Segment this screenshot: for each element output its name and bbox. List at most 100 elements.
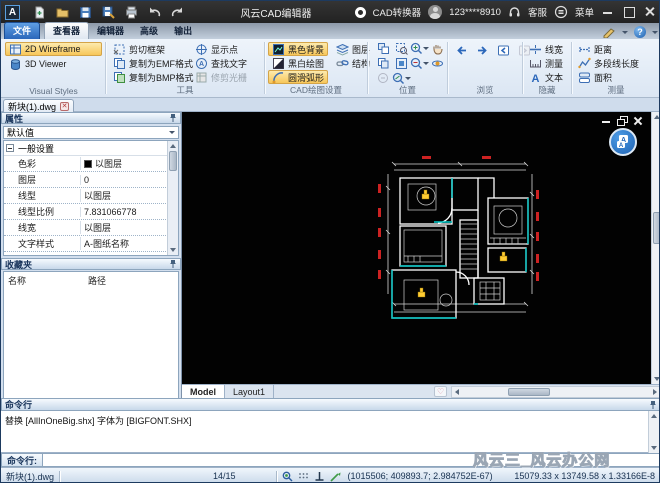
- scroll-down-icon[interactable]: [650, 446, 657, 450]
- canvas-minimize-icon[interactable]: [601, 116, 611, 125]
- property-row-linetype[interactable]: 线型 以图层: [4, 188, 178, 204]
- property-preset-dropdown[interactable]: 默认值: [3, 126, 179, 139]
- distance-button[interactable]: 距离: [574, 42, 643, 56]
- save-button[interactable]: [78, 5, 92, 19]
- customer-service-button[interactable]: 客服: [528, 5, 547, 19]
- style-picker-icon[interactable]: [603, 27, 616, 38]
- pin-icon[interactable]: [649, 400, 657, 410]
- zoom-out-icon[interactable]: [410, 56, 429, 70]
- scroll-down-icon[interactable]: [169, 248, 176, 252]
- zoom-previous-icon[interactable]: [375, 71, 391, 85]
- property-row-layer[interactable]: 图层 0: [4, 172, 178, 188]
- collapse-icon[interactable]: [6, 144, 14, 152]
- smooth-arc-button[interactable]: 圆滑弧形: [268, 70, 329, 84]
- layers-button[interactable]: 图层: [332, 42, 374, 56]
- scrollbar-thumb[interactable]: [508, 387, 551, 396]
- rotate-3d-icon[interactable]: [429, 56, 445, 70]
- tab-advanced[interactable]: 高级: [132, 23, 166, 39]
- zoom-scale-icon[interactable]: [392, 71, 411, 85]
- zoom-window-icon[interactable]: [375, 41, 391, 55]
- previous-view-icon[interactable]: [495, 43, 511, 57]
- tab-editor[interactable]: 编辑器: [89, 23, 132, 39]
- structure-button[interactable]: 结构: [332, 56, 374, 70]
- scrollbar-thumb[interactable]: [653, 212, 659, 244]
- scroll-up-icon[interactable]: [653, 115, 659, 119]
- help-icon[interactable]: ?: [634, 26, 646, 38]
- maximize-button[interactable]: [622, 5, 636, 19]
- canvas-restore-icon[interactable]: [617, 116, 628, 126]
- forward-icon[interactable]: [474, 43, 490, 57]
- redo-button[interactable]: [170, 5, 184, 19]
- zoom-status-icon[interactable]: [282, 471, 293, 482]
- brand-logo-badge[interactable]: AA: [609, 128, 637, 156]
- copy-emf-button[interactable]: 复制为EMF格式: [109, 56, 198, 70]
- close-button[interactable]: [643, 5, 657, 19]
- minimize-button[interactable]: [601, 5, 615, 19]
- pin-icon[interactable]: [169, 259, 177, 269]
- drawing-canvas[interactable]: AA: [182, 112, 651, 384]
- 2d-wireframe-button[interactable]: 2D Wireframe: [5, 42, 102, 56]
- command-log[interactable]: 替换 [AllInOneBig.shx] 字体为 [BIGFONT.SHX]: [1, 411, 659, 453]
- print-button[interactable]: [124, 5, 138, 19]
- property-row-color[interactable]: 色彩 以图层: [4, 156, 178, 172]
- favorites-col-path[interactable]: 路径: [88, 274, 106, 287]
- tab-model[interactable]: Model: [182, 385, 225, 398]
- canvas-vertical-scrollbar[interactable]: [651, 112, 659, 384]
- menu-button[interactable]: 菜单: [575, 5, 594, 19]
- tab-layout1[interactable]: Layout1: [225, 385, 275, 398]
- clip-frame-button[interactable]: 剪切框架: [109, 42, 198, 56]
- tab-output[interactable]: 输出: [166, 23, 200, 39]
- document-tab[interactable]: 新块(1).dwg ✕: [3, 99, 75, 112]
- scroll-up-icon[interactable]: [650, 414, 657, 418]
- scroll-left-icon[interactable]: [455, 389, 460, 395]
- scrollbar-thumb[interactable]: [169, 151, 177, 171]
- save-as-button[interactable]: [101, 5, 115, 19]
- text-toggle[interactable]: A 文本: [525, 70, 567, 84]
- zoom-extents-icon[interactable]: [393, 56, 409, 70]
- property-group-row[interactable]: 一般设置: [4, 141, 178, 156]
- zoom-region-icon[interactable]: [393, 41, 409, 55]
- new-file-button[interactable]: [32, 5, 46, 19]
- favorites-col-name[interactable]: 名称: [8, 274, 88, 287]
- osnap-pencil-icon[interactable]: [329, 471, 342, 482]
- line-width-toggle[interactable]: 线宽: [525, 42, 567, 56]
- find-text-button[interactable]: A 查找文字: [191, 56, 251, 70]
- trim-raster-button[interactable]: 修剪光栅: [191, 70, 251, 84]
- area-button[interactable]: 面积: [574, 70, 643, 84]
- black-background-button[interactable]: 黑色背景: [268, 42, 329, 56]
- help-caret-icon[interactable]: [652, 30, 658, 34]
- tab-file[interactable]: 文件: [4, 22, 41, 39]
- ortho-icon[interactable]: [314, 471, 325, 482]
- undo-button[interactable]: [147, 5, 161, 19]
- favorite-heart-icon[interactable]: ♡: [434, 386, 448, 397]
- pan-hand-icon[interactable]: [429, 41, 445, 55]
- property-grid-scrollbar[interactable]: [167, 141, 178, 255]
- scroll-up-icon[interactable]: [169, 144, 176, 148]
- document-close-icon[interactable]: ✕: [60, 101, 70, 111]
- back-icon[interactable]: [453, 43, 469, 57]
- command-log-scrollbar[interactable]: [648, 411, 659, 453]
- pin-icon[interactable]: [169, 113, 177, 123]
- cad-converter-button[interactable]: CAD转换器: [373, 5, 422, 19]
- measure-toggle[interactable]: 测量: [525, 56, 567, 70]
- scroll-right-icon[interactable]: [653, 389, 657, 395]
- canvas-horizontal-scrollbar[interactable]: [451, 385, 659, 398]
- style-picker-caret-icon[interactable]: [622, 30, 628, 34]
- copy-view-icon[interactable]: [375, 56, 391, 70]
- command-input[interactable]: [43, 453, 659, 467]
- canvas-close-icon[interactable]: [633, 116, 643, 125]
- property-row-linetype-scale[interactable]: 线型比例 7.831066778: [4, 204, 178, 220]
- 3d-viewer-button[interactable]: 3D Viewer: [5, 57, 102, 71]
- user-avatar[interactable]: [428, 5, 443, 19]
- copy-bmp-button[interactable]: 复制为BMP格式: [109, 70, 198, 84]
- polyline-length-button[interactable]: 多段线长度: [574, 56, 643, 70]
- bw-drawing-button[interactable]: 黑白绘图: [268, 56, 328, 70]
- open-file-button[interactable]: [55, 5, 69, 19]
- tab-viewer[interactable]: 查看器: [44, 22, 90, 39]
- scroll-down-icon[interactable]: [653, 377, 659, 381]
- grid-snap-icon[interactable]: [298, 471, 309, 482]
- property-row-lineweight[interactable]: 线宽 以图层: [4, 220, 178, 236]
- zoom-in-icon[interactable]: [410, 41, 429, 55]
- show-points-button[interactable]: 显示点: [191, 42, 251, 56]
- property-row-text-style[interactable]: 文字样式 A-图纸名称: [4, 236, 178, 252]
